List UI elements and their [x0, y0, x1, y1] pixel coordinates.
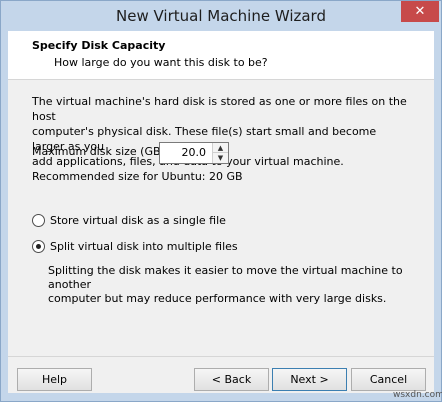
stepper-down-icon[interactable]: ▼ [213, 153, 228, 163]
stepper-buttons: ▲ ▼ [212, 143, 228, 163]
title-bar[interactable]: New Virtual Machine Wizard ✕ [1, 1, 441, 31]
page-title: Specify Disk Capacity [32, 39, 166, 52]
split-files-option[interactable]: Split virtual disk into multiple files [32, 240, 238, 253]
window-title: New Virtual Machine Wizard [116, 7, 326, 25]
wizard-header: Specify Disk Capacity How large do you w… [8, 31, 434, 80]
radio-single-file[interactable] [32, 214, 45, 227]
stepper-up-icon[interactable]: ▲ [213, 143, 228, 153]
next-button[interactable]: Next > [272, 368, 347, 391]
description-line: The virtual machine's hard disk is store… [32, 95, 407, 123]
split-description-line: Splitting the disk makes it easier to mo… [48, 264, 403, 291]
page-subtitle: How large do you want this disk to be? [54, 56, 268, 69]
split-files-label[interactable]: Split virtual disk into multiple files [50, 240, 238, 253]
max-size-value[interactable]: 20.0 [182, 146, 207, 159]
watermark-text: wsxdn.com [393, 390, 442, 400]
max-size-label: Maximum disk size (GB): [32, 145, 169, 158]
close-icon: ✕ [414, 4, 426, 19]
close-button[interactable]: ✕ [401, 1, 439, 22]
help-button[interactable]: Help [17, 368, 92, 391]
single-file-label[interactable]: Store virtual disk as a single file [50, 214, 226, 227]
footer-divider [8, 356, 434, 357]
split-description-line: computer but may reduce performance with… [48, 292, 387, 305]
split-description: Splitting the disk makes it easier to mo… [48, 264, 418, 306]
back-button[interactable]: < Back [194, 368, 269, 391]
cancel-button[interactable]: Cancel [351, 368, 426, 391]
max-size-stepper[interactable]: 20.0 ▲ ▼ [159, 142, 229, 164]
wizard-window: New Virtual Machine Wizard ✕ Specify Dis… [0, 0, 442, 402]
radio-split-files[interactable] [32, 240, 45, 253]
single-file-option[interactable]: Store virtual disk as a single file [32, 214, 226, 227]
wizard-body: Specify Disk Capacity How large do you w… [8, 31, 434, 393]
recommended-size-text: Recommended size for Ubuntu: 20 GB [32, 170, 243, 183]
